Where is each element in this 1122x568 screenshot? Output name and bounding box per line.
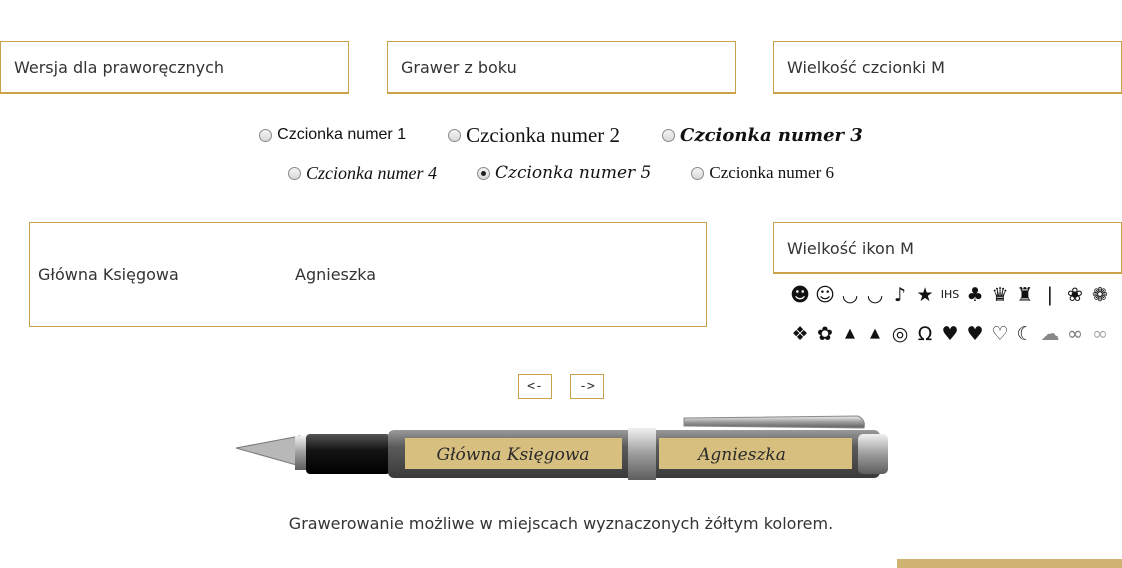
pen-label-left: Główna Księgowa <box>436 445 589 465</box>
radio-button-4[interactable] <box>288 166 301 180</box>
font-option-5-label: Czcionka numer 5 <box>494 163 652 183</box>
font-option-4[interactable]: Czcionka numer 4 <box>288 163 437 184</box>
engrave-side-value: Grawer z boku <box>401 58 517 77</box>
engraving-note: Grawerowanie możliwe w miejscach wyznacz… <box>288 514 834 533</box>
font-option-2[interactable]: Czcionka numer 2 <box>448 123 620 148</box>
engraving-text-field[interactable]: Główna Księgowa Agnieszka <box>29 222 707 327</box>
radio-button-2[interactable] <box>448 128 462 142</box>
radio-button-1[interactable] <box>259 128 273 142</box>
hand-version-select[interactable]: Wersja dla praworęcznych <box>0 41 349 94</box>
font-option-3[interactable]: Czcionka numer 3 <box>662 125 863 146</box>
grin-icon[interactable]: ◡ <box>865 284 885 306</box>
graduation-cap-icon[interactable]: ▲ <box>840 323 860 345</box>
radio-button-5[interactable] <box>476 166 490 180</box>
tie-icon[interactable]: ❘ <box>1040 284 1060 306</box>
next-button[interactable]: -> <box>570 374 604 399</box>
icon-palette-row-1: ☻ ☺ ◡ ◡ ♪ ★ IHS ♣ ♛ ♜ ❘ ❀ ❁ <box>790 284 1110 306</box>
heart-icon[interactable]: ♥ <box>965 323 985 345</box>
smile-icon[interactable]: ◡ <box>840 284 860 306</box>
rings-icon[interactable]: ◎ <box>890 323 910 345</box>
ihs-icon[interactable]: IHS <box>940 284 960 306</box>
engraving-text-right[interactable]: Agnieszka <box>295 265 376 284</box>
heart-outline-icon[interactable]: ♡ <box>990 323 1010 345</box>
flower-icon[interactable]: ❁ <box>1090 284 1110 306</box>
font-option-6[interactable]: Czcionka numer 6 <box>691 163 834 183</box>
pen-grip <box>306 434 390 474</box>
font-size-select[interactable]: Wielkość czcionki M <box>773 41 1122 94</box>
pen-ring <box>295 436 307 470</box>
pen-cap-end <box>858 434 888 474</box>
font-option-3-label: Czcionka numer 3 <box>680 124 863 146</box>
clover-icon[interactable]: ♣ <box>965 284 985 306</box>
font-size-value: Wielkość czcionki M <box>787 58 945 77</box>
font-option-4-label: Czcionka numer 4 <box>306 162 437 183</box>
prev-button[interactable]: <- <box>518 374 552 399</box>
moon-icon[interactable]: ☾ <box>1015 323 1035 345</box>
radio-button-6[interactable] <box>691 166 705 180</box>
bow-tie-icon[interactable]: ♜ <box>1015 284 1035 306</box>
icon-size-value: Wielkość ikon M <box>787 238 914 258</box>
smiley-icon[interactable]: ☻ <box>790 284 810 306</box>
medal-icon[interactable]: ✿ <box>815 323 835 345</box>
music-note-icon[interactable]: ♪ <box>890 284 910 306</box>
icon-palette-row-2: ❖ ✿ ▲ ▲ ◎ Ω ♥ ♥ ♡ ☾ ☁ ∞ ∞ <box>790 323 1110 345</box>
font-option-5[interactable]: Czcionka numer 5 <box>476 163 652 183</box>
engrave-side-select[interactable]: Grawer z boku <box>387 41 736 94</box>
engraving-text-left[interactable]: Główna Księgowa <box>38 265 179 284</box>
smiley-outline-icon[interactable]: ☺ <box>815 284 835 306</box>
font-options-row-2: Czcionka numer 4 Czcionka numer 5 Czcion… <box>0 160 1122 186</box>
rose-icon[interactable]: ❀ <box>1065 284 1085 306</box>
horseshoe-icon[interactable]: Ω <box>915 323 935 345</box>
hand-version-value: Wersja dla praworęcznych <box>14 58 225 77</box>
infinity-outline-icon[interactable]: ∞ <box>1090 323 1110 345</box>
font-option-6-label: Czcionka numer 6 <box>709 163 834 182</box>
pen-preview: Główna Księgowa Agnieszka <box>235 415 888 480</box>
font-option-2-label: Czcionka numer 2 <box>466 122 621 147</box>
heart-tilted-icon[interactable]: ♥ <box>940 323 960 345</box>
font-option-1[interactable]: Czcionka numer 1 <box>259 126 406 144</box>
infinity-icon[interactable]: ∞ <box>1065 323 1085 345</box>
pen-nib <box>235 435 301 467</box>
paw-icon[interactable]: ❖ <box>790 323 810 345</box>
pen-label-right: Agnieszka <box>696 445 786 465</box>
star-icon[interactable]: ★ <box>915 284 935 306</box>
crown-icon[interactable]: ♛ <box>990 284 1010 306</box>
add-to-cart-button[interactable] <box>897 559 1122 568</box>
pen-middle-ring <box>628 428 656 480</box>
font-option-1-label: Czcionka numer 1 <box>277 126 407 143</box>
font-options-row-1: Czcionka numer 1 Czcionka numer 2 Czcion… <box>0 123 1122 147</box>
radio-button-3[interactable] <box>662 128 676 142</box>
graduation-cap-2-icon[interactable]: ▲ <box>865 323 885 345</box>
pen-clip <box>683 415 865 429</box>
icon-size-select[interactable]: Wielkość ikon M <box>773 222 1122 274</box>
cloud-icon[interactable]: ☁ <box>1040 323 1060 345</box>
